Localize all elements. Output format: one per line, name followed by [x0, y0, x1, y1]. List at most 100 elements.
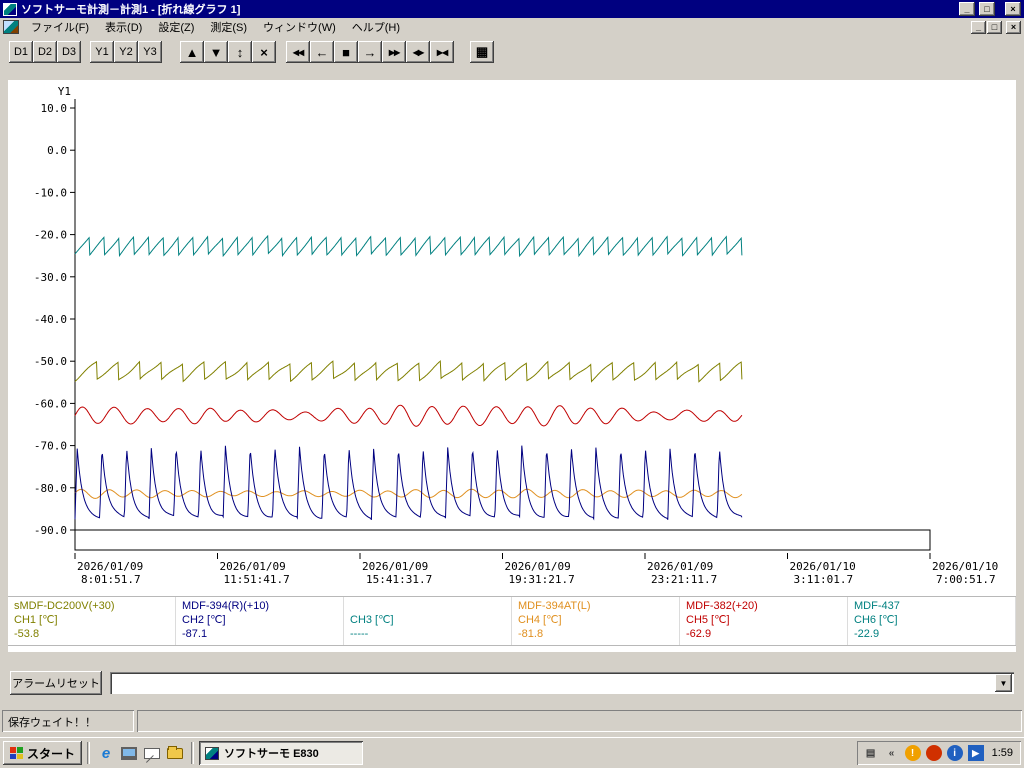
ime-icon[interactable]: ▤ — [863, 745, 879, 761]
auto-scale-button[interactable]: × — [252, 41, 276, 63]
taskbar-separator — [191, 742, 195, 764]
scale-group: ▲ ▼ ↕ × — [180, 41, 276, 63]
task-button-softthermo[interactable]: ソフトサーモ E830 — [199, 741, 364, 765]
step-right-button[interactable]: → — [358, 41, 382, 63]
d3-button[interactable]: D3 — [57, 41, 81, 63]
title-bar: ソフトサーモ計測－計測1 - [折れ線グラフ 1] _ □ × — [0, 0, 1024, 18]
menu-item-window[interactable]: ウィンドウ(W) — [255, 17, 344, 38]
collapse-chevron-icon[interactable]: « — [884, 745, 900, 761]
window-title: ソフトサーモ計測－計測1 - [折れ線グラフ 1] — [21, 4, 241, 16]
svg-text:2026/01/09: 2026/01/09 — [77, 560, 143, 573]
alarm-row: アラームリセット ▼ — [0, 668, 1024, 700]
mail-icon[interactable] — [143, 744, 161, 762]
svg-text:19:31:21.7: 19:31:21.7 — [509, 573, 575, 586]
legend-channel-label: CH5 [℃] — [686, 614, 730, 626]
mdi-restore-button[interactable]: □ — [987, 20, 1002, 34]
d1-button[interactable]: D1 — [9, 41, 33, 63]
shrink-time-button[interactable]: ▶◀ — [430, 41, 454, 63]
taskbar-separator — [87, 742, 91, 764]
time-scroll-group: ◀◀ ← ■ → ▶▶ ◀▶ ▶◀ — [286, 41, 454, 63]
maximize-button[interactable]: □ — [979, 2, 995, 16]
alarm-combobox-value — [114, 676, 992, 690]
ie-icon[interactable]: e — [97, 744, 115, 762]
mdi-window-controls: _ □ × — [971, 20, 1021, 34]
svg-text:-30.0: -30.0 — [34, 271, 67, 284]
svg-text:11:51:41.7: 11:51:41.7 — [224, 573, 290, 586]
svg-text:2026/01/10: 2026/01/10 — [932, 560, 998, 573]
play-icon[interactable]: ▶ — [967, 745, 984, 761]
svg-text:-40.0: -40.0 — [34, 313, 67, 326]
svg-text:15:41:31.7: 15:41:31.7 — [366, 573, 432, 586]
app-icon[interactable] — [3, 2, 17, 16]
scroll-down-button[interactable]: ▼ — [204, 41, 228, 63]
menu-item-help[interactable]: ヘルプ(H) — [344, 17, 408, 38]
legend-sensor-name: sMDF-DC200V(+30) — [14, 600, 115, 612]
desktop: { "window": { "title": "ソフトサーモ計測－計測1 - [… — [0, 0, 1024, 768]
taskbar-clock: 1:59 — [991, 747, 1013, 759]
legend-channel-label: CH4 [℃] — [518, 614, 562, 626]
series-ch5 — [74, 404, 743, 427]
task-button-label: ソフトサーモ E830 — [224, 748, 319, 760]
menu-item-measure[interactable]: 測定(S) — [202, 17, 255, 38]
graph-list-button[interactable]: ▦ — [470, 41, 494, 63]
svg-text:7:00:51.7: 7:00:51.7 — [936, 573, 996, 586]
svg-text:-20.0: -20.0 — [34, 229, 67, 242]
menu-items: ファイル(F) 表示(D) 設定(Z) 測定(S) ウィンドウ(W) ヘルプ(H) — [23, 17, 408, 38]
fast-rewind-button[interactable]: ◀◀ — [286, 41, 310, 63]
channel-legend: sMDF-DC200V(+30) CH1 [℃] -53.8 MDF-394(R… — [8, 596, 1016, 646]
menu-item-settings[interactable]: 設定(Z) — [150, 17, 202, 38]
close-button[interactable]: × — [1005, 2, 1021, 16]
legend-channel-value: -81.8 — [518, 628, 544, 640]
child-window-icon[interactable] — [3, 20, 19, 34]
y2-button[interactable]: Y2 — [114, 41, 138, 63]
minimize-button[interactable]: _ — [959, 2, 975, 16]
svg-text:10.0: 10.0 — [41, 102, 68, 115]
svg-text:-60.0: -60.0 — [34, 397, 67, 410]
alarm-reset-button[interactable]: アラームリセット — [10, 671, 102, 695]
toolbar: D1 D2 D3 Y1 Y2 Y3 ▲ ▼ ↕ × ◀◀ ← ■ → ▶▶ ◀▶ ▶◀ ▦ — [0, 36, 1024, 68]
windows-logo-icon — [10, 747, 23, 759]
legend-sensor-name: MDF-382(+20) — [686, 600, 758, 612]
legend-channel-6: MDF-437 CH6 [℃] -22.9 — [848, 597, 1016, 645]
svg-text:2026/01/09: 2026/01/09 — [220, 560, 286, 573]
status-bar: 保存ウェイト！！ — [0, 705, 1024, 737]
menu-item-view[interactable]: 表示(D) — [97, 17, 150, 38]
status-red-icon[interactable] — [925, 745, 942, 761]
mdi-close-button[interactable]: × — [1006, 20, 1021, 34]
legend-sensor-name: MDF-394(R)(+10) — [182, 600, 270, 612]
folder-icon[interactable] — [166, 744, 184, 762]
start-button[interactable]: スタート — [3, 741, 83, 765]
legend-sensor-name — [350, 599, 505, 613]
svg-text:2026/01/09: 2026/01/09 — [505, 560, 571, 573]
expand-vertical-button[interactable]: ↕ — [228, 41, 252, 63]
legend-channel-value: -87.1 — [182, 628, 208, 640]
legend-channel-5: MDF-382(+20) CH5 [℃] -62.9 — [680, 597, 848, 645]
legend-sensor-name: MDF-394AT(L) — [518, 600, 591, 612]
menu-item-file[interactable]: ファイル(F) — [23, 17, 97, 38]
svg-text:-10.0: -10.0 — [34, 186, 67, 199]
fast-forward-button[interactable]: ▶▶ — [382, 41, 406, 63]
legend-channel-label: CH6 [℃] — [854, 614, 898, 626]
mdi-minimize-button[interactable]: _ — [971, 20, 986, 34]
show-desktop-icon[interactable] — [120, 744, 138, 762]
task-button-icon — [205, 746, 220, 760]
svg-text:0.0: 0.0 — [47, 144, 67, 157]
svg-text:8:01:51.7: 8:01:51.7 — [81, 573, 141, 586]
info-icon[interactable]: i — [946, 745, 963, 761]
step-left-button[interactable]: ← — [310, 41, 334, 63]
y1-button[interactable]: Y1 — [90, 41, 114, 63]
status-panel-empty — [137, 710, 1022, 732]
svg-text:3:11:01.7: 3:11:01.7 — [794, 573, 854, 586]
scroll-up-button[interactable]: ▲ — [180, 41, 204, 63]
stop-button[interactable]: ■ — [334, 41, 358, 63]
combobox-dropdown-button[interactable]: ▼ — [995, 674, 1012, 692]
svg-text:-50.0: -50.0 — [34, 355, 67, 368]
expand-time-button[interactable]: ◀▶ — [406, 41, 430, 63]
y3-button[interactable]: Y3 — [138, 41, 162, 63]
legend-channel-label: CH2 [℃] — [182, 614, 226, 626]
legend-channel-label: CH3 [℃] — [350, 614, 394, 626]
d2-button[interactable]: D2 — [33, 41, 57, 63]
svg-text:-80.0: -80.0 — [34, 482, 67, 495]
alert-icon[interactable]: ! — [904, 745, 921, 761]
alarm-combobox[interactable]: ▼ — [110, 672, 1014, 694]
